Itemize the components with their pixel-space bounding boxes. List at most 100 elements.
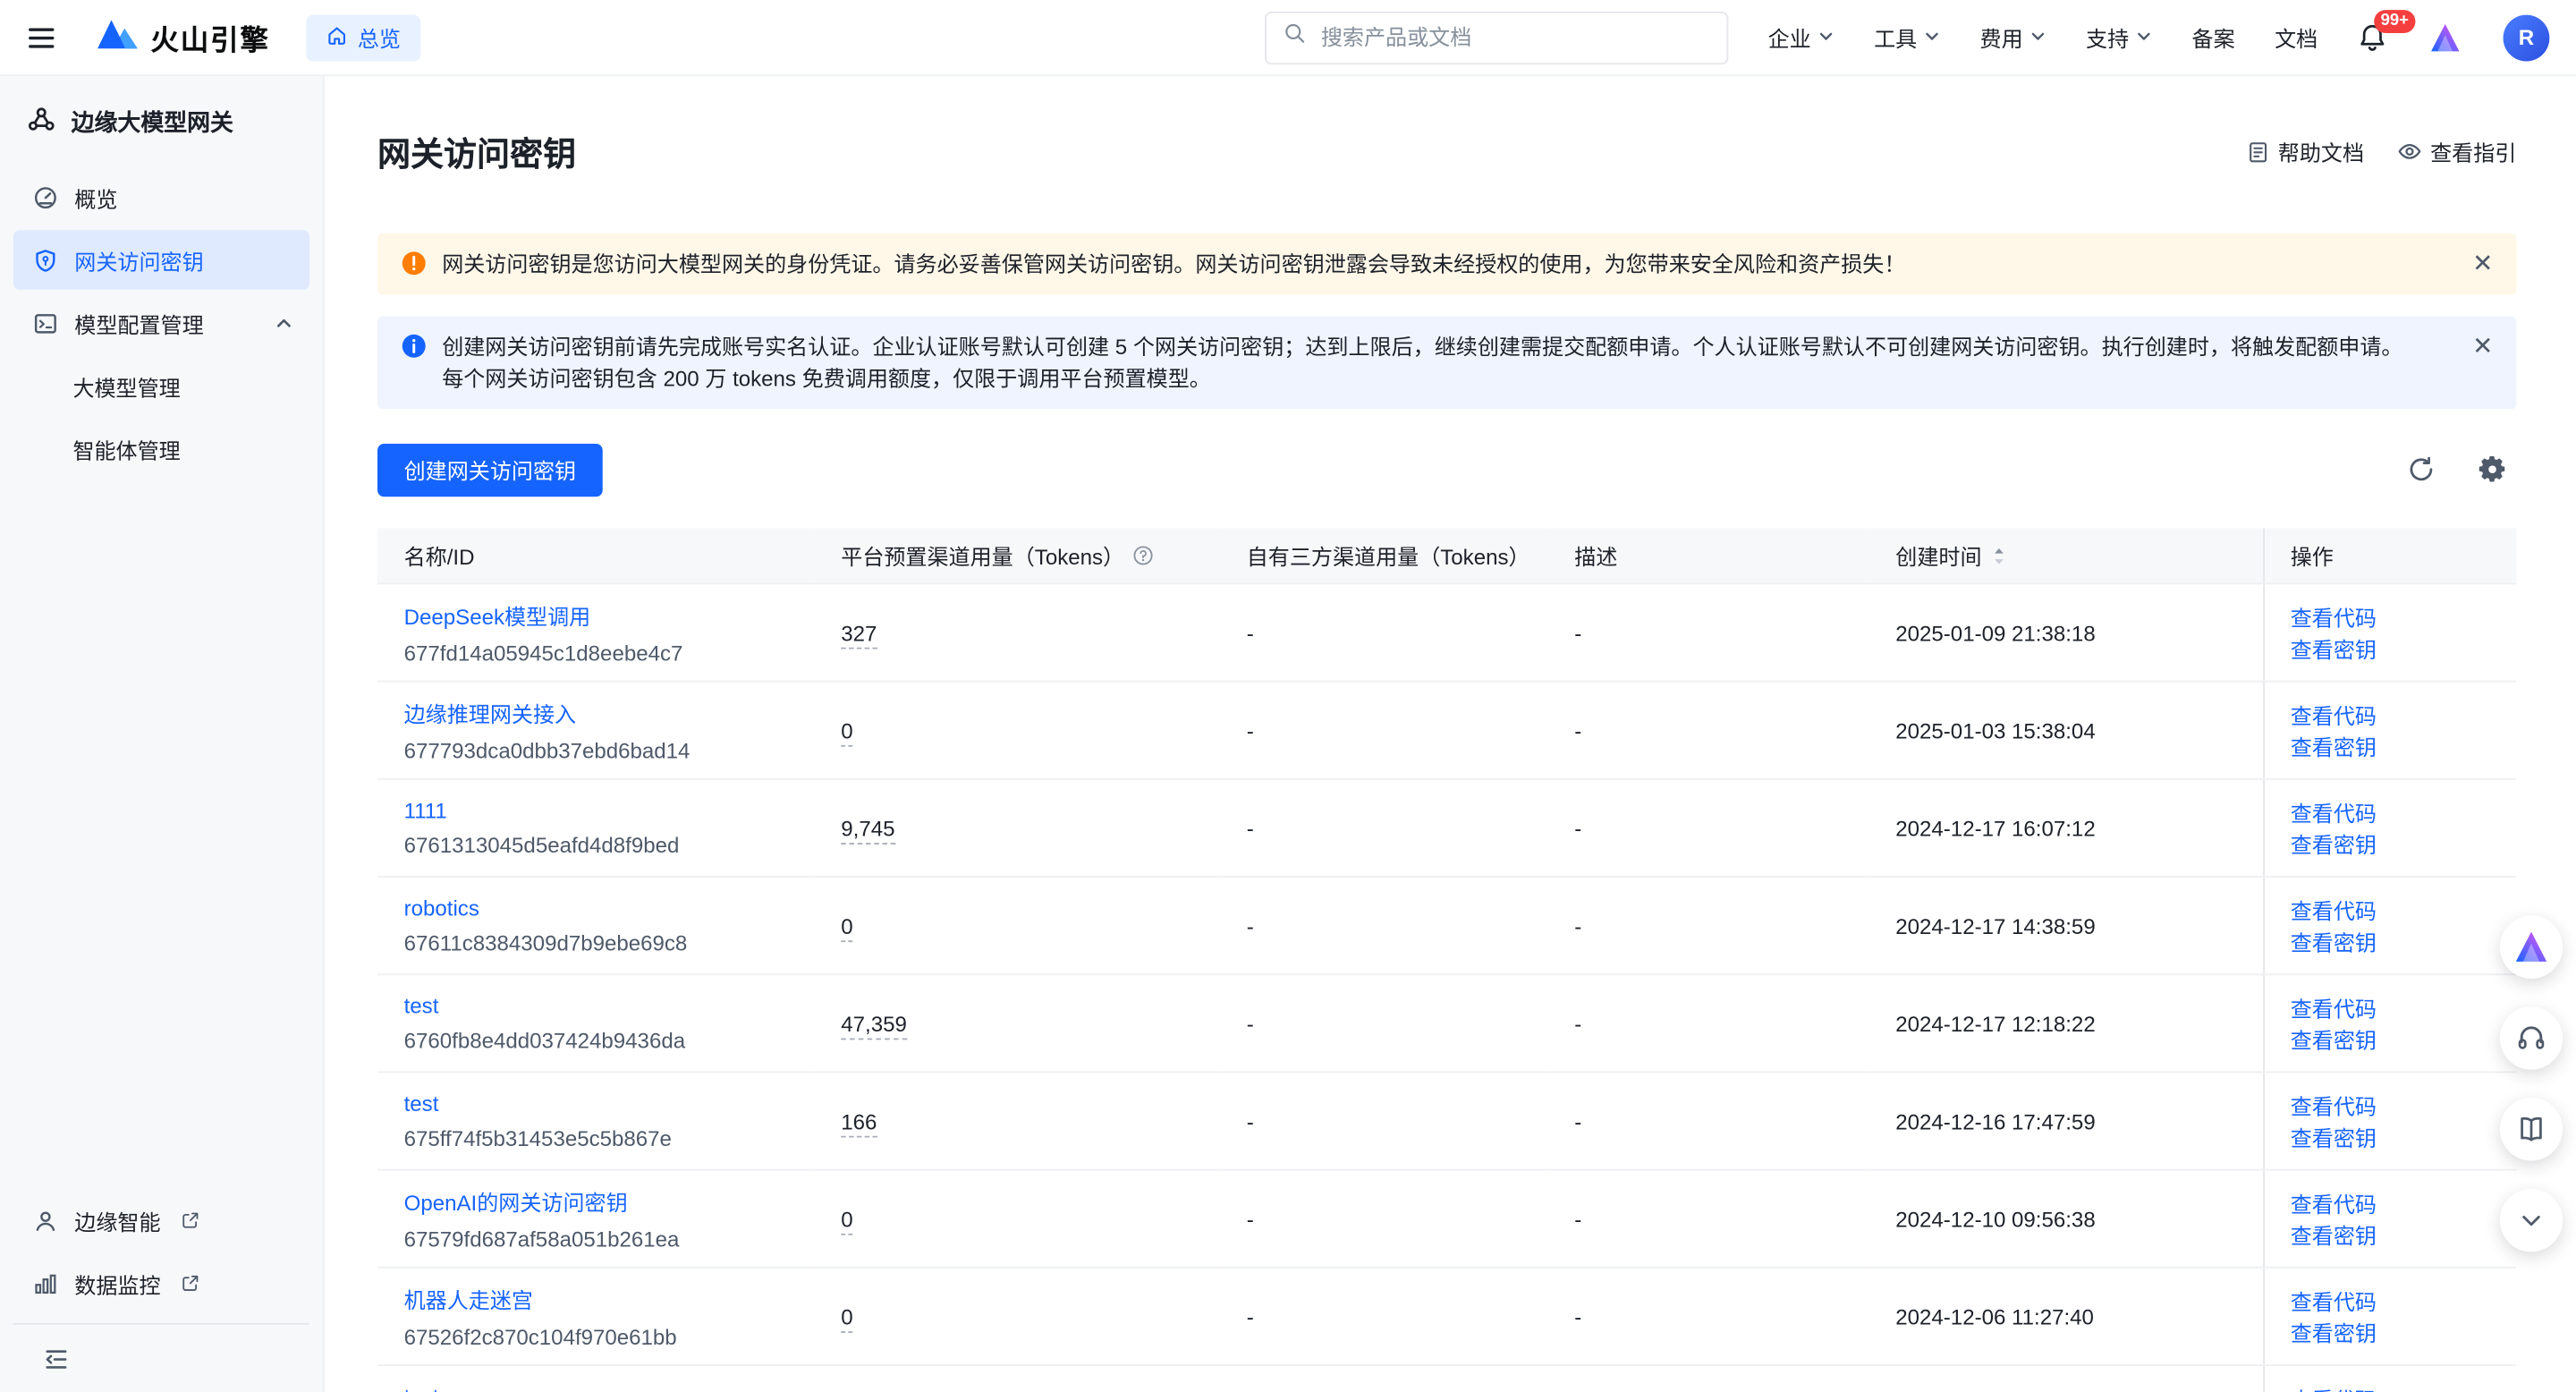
sidebar-item-model-config[interactable]: 模型配置管理 — [13, 293, 309, 353]
page-header: 网关访问密钥 帮助文档 查看指引 — [377, 106, 2516, 198]
key-name-link[interactable]: test — [404, 1091, 801, 1116]
column-actions: 操作 — [2263, 528, 2516, 584]
created-time-value: 2025-01-09 21:38:18 — [1895, 621, 2095, 646]
created-time-value: 2025-01-03 15:38:04 — [1895, 718, 2095, 743]
platform-usage-value[interactable]: 166 — [841, 1109, 877, 1137]
third-party-usage-value: - — [1247, 718, 1254, 743]
view-guide-link[interactable]: 查看指引 — [2397, 136, 2516, 167]
sort-icon[interactable] — [1990, 544, 2008, 567]
top-bar-right: 企业 工具 费用 支持 备案 文档 99+ — [1265, 11, 2549, 64]
menu-support[interactable]: 支持 — [2086, 21, 2152, 53]
key-id: 677fd14a05945c1d8eebe4c7 — [404, 641, 801, 666]
ai-assistant-icon[interactable] — [2427, 19, 2463, 55]
collapse-sidebar-icon[interactable] — [43, 1345, 70, 1372]
key-id: 67611c8384309d7b9ebe69c8 — [404, 931, 801, 956]
warning-text: 网关访问密钥是您访问大模型网关的身份凭证。请务必妥善保管网关访问密钥。网关访问密… — [442, 248, 2449, 279]
menu-billing[interactable]: 费用 — [1980, 21, 2046, 53]
sidebar-menu: 概览 网关访问密钥 模型配置管理 大模型管理 智能 — [0, 164, 323, 1184]
sidebar-item-data-monitoring[interactable]: 数据监控 — [13, 1253, 309, 1313]
close-icon[interactable]: ✕ — [2472, 248, 2493, 279]
view-code-link[interactable]: 查看代码 — [2291, 704, 2377, 729]
table-toolbar: 创建网关访问密钥 — [377, 444, 2516, 497]
key-name-link[interactable]: test — [404, 994, 801, 1019]
platform-usage-value[interactable]: 0 — [841, 1207, 852, 1235]
external-link-icon — [181, 1210, 200, 1230]
sidebar-item-edge-intelligence[interactable]: 边缘智能 — [13, 1191, 309, 1251]
view-key-link[interactable]: 查看密钥 — [2291, 735, 2377, 760]
table-row: test 675ff74f5b31453e5c5b867e 166 - - 20… — [377, 1073, 2516, 1170]
view-key-link[interactable]: 查看密钥 — [2291, 1224, 2377, 1249]
view-code-link[interactable]: 查看代码 — [2291, 900, 2377, 925]
third-party-usage-value: - — [1247, 621, 1254, 646]
sidebar-item-access-keys[interactable]: 网关访问密钥 — [13, 230, 309, 290]
search-input[interactable] — [1318, 23, 1710, 51]
table-row: 1111 6761313045d5eafd4d8f9bed 9,745 - - … — [377, 779, 2516, 877]
brand-name: 火山引擎 — [150, 17, 269, 58]
sidebar-item-agent-management[interactable]: 智能体管理 — [13, 419, 309, 479]
floating-action-stack — [2500, 916, 2563, 1252]
key-name-link[interactable]: DeepSeek模型调用 — [404, 600, 801, 632]
platform-usage-value[interactable]: 9,745 — [841, 816, 894, 844]
help-circle-icon[interactable] — [1132, 545, 1154, 566]
platform-usage-value[interactable]: 47,359 — [841, 1011, 907, 1039]
key-name-link[interactable]: OpenAI的网关访问密钥 — [404, 1186, 801, 1218]
view-key-link[interactable]: 查看密钥 — [2291, 834, 2377, 859]
column-description: 描述 — [1548, 528, 1869, 584]
view-code-link[interactable]: 查看代码 — [2291, 1193, 2377, 1218]
view-key-link[interactable]: 查看密钥 — [2291, 1322, 2377, 1347]
user-avatar[interactable]: R — [2504, 14, 2550, 61]
created-time-value: 2024-12-16 17:47:59 — [1895, 1109, 2095, 1134]
menu-tools[interactable]: 工具 — [1874, 21, 1940, 53]
info-icon — [401, 333, 428, 360]
menu-enterprise[interactable]: 企业 — [1768, 21, 1835, 53]
refresh-icon[interactable] — [2407, 456, 2435, 484]
key-name-link[interactable]: test — [404, 1385, 801, 1392]
view-key-link[interactable]: 查看密钥 — [2291, 638, 2377, 663]
global-search[interactable] — [1265, 11, 1728, 64]
platform-usage-value[interactable]: 0 — [841, 913, 852, 941]
sidebar-item-overview[interactable]: 概览 — [13, 167, 309, 227]
help-doc-link[interactable]: 帮助文档 — [2247, 136, 2364, 167]
chevron-down-icon — [2136, 25, 2153, 50]
description-value: - — [1574, 718, 1581, 743]
hamburger-menu-icon[interactable] — [27, 21, 60, 54]
notification-bell[interactable]: 99+ — [2358, 22, 2387, 52]
view-code-link[interactable]: 查看代码 — [2291, 607, 2377, 632]
docs-book-fab[interactable] — [2500, 1098, 2563, 1160]
menu-icp[interactable]: 备案 — [2192, 21, 2235, 53]
key-id: 675ff74f5b31453e5c5b867e — [404, 1126, 801, 1151]
view-code-link[interactable]: 查看代码 — [2291, 802, 2377, 827]
description-value: - — [1574, 913, 1581, 938]
view-code-link[interactable]: 查看代码 — [2291, 1095, 2377, 1120]
view-code-link[interactable]: 查看代码 — [2291, 997, 2377, 1023]
table-row: OpenAI的网关访问密钥 67579fd687af58a051b261ea 0… — [377, 1170, 2516, 1268]
key-name-link[interactable]: 边缘推理网关接入 — [404, 698, 801, 729]
person-icon — [33, 1208, 58, 1233]
view-code-link[interactable]: 查看代码 — [2291, 1388, 2377, 1392]
view-code-link[interactable]: 查看代码 — [2291, 1290, 2377, 1315]
key-name-link[interactable]: 1111 — [404, 799, 801, 824]
overview-nav-pill[interactable]: 总览 — [306, 14, 420, 61]
collapse-stack-chevron-icon[interactable] — [2500, 1189, 2563, 1252]
key-name-link[interactable]: robotics — [404, 896, 801, 921]
key-name-link[interactable]: 机器人走迷宫 — [404, 1284, 801, 1315]
support-headset-fab[interactable] — [2500, 1006, 2563, 1069]
platform-usage-value[interactable]: 327 — [841, 621, 877, 649]
platform-usage-value[interactable]: 0 — [841, 1304, 852, 1332]
table-row: 机器人走迷宫 67526f2c870c104f970e61bb 0 - - 20… — [377, 1268, 2516, 1365]
gateway-product-icon — [27, 105, 56, 140]
table-row: DeepSeek模型调用 677fd14a05945c1d8eebe4c7 32… — [377, 584, 2516, 682]
view-key-link[interactable]: 查看密钥 — [2291, 931, 2377, 956]
ai-assistant-fab[interactable] — [2500, 916, 2563, 979]
menu-docs[interactable]: 文档 — [2275, 21, 2318, 53]
gear-icon[interactable] — [2479, 456, 2506, 484]
description-value: - — [1574, 1304, 1581, 1329]
sidebar-item-llm-management[interactable]: 大模型管理 — [13, 356, 309, 416]
platform-usage-value[interactable]: 0 — [841, 718, 852, 746]
create-access-key-button[interactable]: 创建网关访问密钥 — [377, 444, 603, 497]
view-key-link[interactable]: 查看密钥 — [2291, 1029, 2377, 1054]
close-icon[interactable]: ✕ — [2472, 331, 2493, 362]
chevron-down-icon — [2029, 25, 2046, 50]
brand-logo[interactable]: 火山引擎 — [96, 15, 269, 60]
view-key-link[interactable]: 查看密钥 — [2291, 1126, 2377, 1151]
